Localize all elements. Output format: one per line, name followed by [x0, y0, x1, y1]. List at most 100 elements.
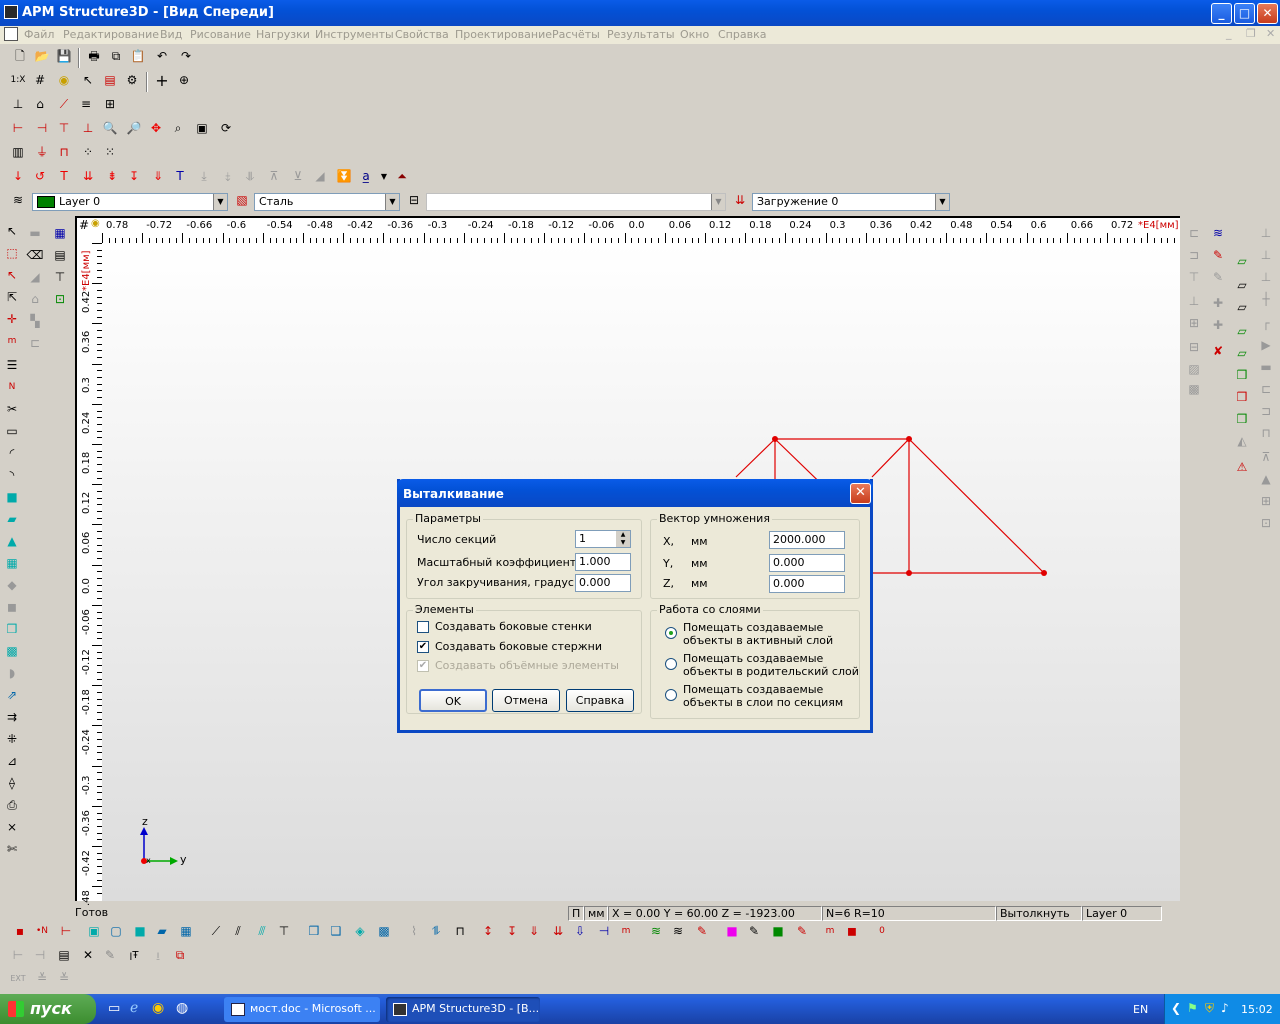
- shell-icon[interactable]: ▰: [2, 510, 22, 530]
- menu-draw[interactable]: Рисование: [190, 28, 251, 41]
- rod-double-icon[interactable]: ⫽: [228, 922, 248, 942]
- result-table-icon[interactable]: ▤: [54, 946, 74, 966]
- minimize-button[interactable]: _: [1211, 3, 1232, 24]
- one-x-icon[interactable]: 1:X: [8, 71, 28, 91]
- quicklaunch-app-icon[interactable]: ◍: [176, 1000, 188, 1016]
- profile-9-icon[interactable]: ⊐: [1256, 402, 1276, 422]
- grid-icon[interactable]: #: [30, 71, 50, 91]
- color-green-icon[interactable]: ■: [768, 922, 788, 942]
- cube-icon[interactable]: ❒: [2, 620, 22, 640]
- load-chart-icon[interactable]: ⏶: [392, 167, 412, 187]
- menu-design[interactable]: Проектирование: [455, 28, 552, 41]
- align-left-icon[interactable]: ⊏: [1184, 224, 1204, 244]
- temperature-icon[interactable]: T: [54, 167, 74, 187]
- truss-rod[interactable]: [871, 438, 910, 478]
- layer-delete-icon[interactable]: ✘: [1208, 342, 1228, 362]
- zoom-all-icon[interactable]: ▣: [192, 119, 212, 139]
- column-icon[interactable]: ⊤: [50, 268, 70, 288]
- profile-13-icon[interactable]: ⊞: [1256, 492, 1276, 512]
- node-axes-icon[interactable]: ⊢: [56, 922, 76, 942]
- chevron-down-icon[interactable]: ▼: [213, 194, 227, 210]
- beam-icon[interactable]: ▭: [2, 422, 22, 442]
- tray-shield-icon[interactable]: ⛨: [1205, 1001, 1214, 1016]
- link-icon[interactable]: ⥮: [426, 922, 446, 942]
- rod-section-icon[interactable]: ⫻: [252, 922, 272, 942]
- sections-stepper[interactable]: 1 ▲ ▼: [575, 530, 631, 548]
- profile-10-icon[interactable]: ⊓: [1256, 424, 1276, 444]
- layer-stack-icon[interactable]: ≋: [1208, 224, 1228, 244]
- node[interactable]: [772, 436, 778, 442]
- warning-icon[interactable]: ⚠: [1232, 458, 1252, 478]
- tray-volume-icon[interactable]: ♪: [1221, 1001, 1229, 1015]
- chevron-down-icon[interactable]: ▼: [935, 194, 949, 210]
- task-word[interactable]: мост.doc - Microsoft ...: [224, 997, 380, 1022]
- force-view-2-icon[interactable]: ⇓: [524, 922, 544, 942]
- start-button[interactable]: пуск: [0, 994, 96, 1024]
- dist-load-view-icon[interactable]: ⇊: [548, 922, 568, 942]
- menu-window[interactable]: Окно: [680, 28, 709, 41]
- node[interactable]: [1041, 570, 1047, 576]
- radio-active-layer[interactable]: [665, 627, 677, 639]
- temp-load-icon[interactable]: T: [170, 167, 190, 187]
- truss-rod[interactable]: [908, 438, 1045, 574]
- axes-icon[interactable]: ⊥: [8, 95, 28, 115]
- layer-select[interactable]: Layer 0 ▼: [32, 193, 228, 211]
- profile-8-icon[interactable]: ⊏: [1256, 380, 1276, 400]
- result-disabled-1-icon[interactable]: ⊢: [8, 946, 28, 966]
- force-icon[interactable]: ↓: [8, 167, 28, 187]
- maximize-button[interactable]: □: [1234, 3, 1255, 24]
- target-icon[interactable]: ⊕: [174, 71, 194, 91]
- hinge-view-icon[interactable]: ⊓: [450, 922, 470, 942]
- plate-view-icon[interactable]: ▣: [84, 922, 104, 942]
- point-load-icon[interactable]: ↧: [124, 167, 144, 187]
- array-icon[interactable]: ⁜: [2, 730, 22, 750]
- layer-green-icon[interactable]: ≋: [646, 922, 666, 942]
- menu-help[interactable]: Справка: [718, 28, 766, 41]
- material-select[interactable]: Сталь ▼: [254, 193, 400, 211]
- house-disabled-icon[interactable]: ⌂: [25, 290, 45, 310]
- eraser-icon[interactable]: ⌫: [25, 246, 45, 266]
- section-type-icon[interactable]: ⊟: [404, 191, 424, 211]
- section-select[interactable]: ▼: [426, 193, 726, 211]
- menu-calc[interactable]: Расчёты: [552, 28, 600, 41]
- snap-icon[interactable]: ⚙: [122, 71, 142, 91]
- node-select-icon[interactable]: ⁙: [100, 143, 120, 163]
- tray-network-icon[interactable]: ⚑: [1187, 1001, 1198, 1015]
- box-2-icon[interactable]: ▱: [1232, 276, 1252, 296]
- view-front-icon[interactable]: ⊢: [8, 119, 28, 139]
- stop-icon[interactable]: ◼: [842, 922, 862, 942]
- vector-x-input[interactable]: 2000.000: [769, 531, 845, 549]
- material-icon[interactable]: ▧: [232, 191, 252, 211]
- load-disabled-4-icon[interactable]: ⊼: [264, 167, 284, 187]
- view-side-icon[interactable]: ⊣: [32, 119, 52, 139]
- solid3-disabled-icon[interactable]: ◗: [2, 664, 22, 684]
- cancel-button[interactable]: Отмена: [492, 689, 560, 712]
- support-icon[interactable]: ⏚: [32, 143, 52, 163]
- select-node-icon[interactable]: ⇱: [2, 288, 22, 308]
- quicklaunch-media-icon[interactable]: ◉: [152, 1000, 164, 1016]
- ruler-icon[interactable]: ▤: [100, 71, 120, 91]
- menu-view[interactable]: Вид: [160, 28, 182, 41]
- result-text-icon[interactable]: ꞁŦ: [124, 946, 144, 966]
- plate-fill-icon[interactable]: ■: [130, 922, 150, 942]
- gravity-icon[interactable]: ⏬: [334, 167, 354, 187]
- triangle-icon[interactable]: ▲: [2, 532, 22, 552]
- frame-icon[interactable]: ⌂: [30, 95, 50, 115]
- ext-2-icon[interactable]: ≚: [32, 969, 52, 989]
- print-preview-icon[interactable]: ⎙: [2, 796, 22, 816]
- load-disabled-1-icon[interactable]: ⤓: [194, 167, 214, 187]
- close-button[interactable]: ✕: [1257, 3, 1278, 24]
- properties-icon[interactable]: ▥: [8, 143, 28, 163]
- solid-outline-icon[interactable]: ❑: [326, 922, 346, 942]
- view-top-icon[interactable]: ⊤: [54, 119, 74, 139]
- copy-element-icon[interactable]: ⇉: [2, 708, 22, 728]
- mass-number-icon[interactable]: m: [820, 922, 840, 942]
- layer-disabled-icon[interactable]: ✎: [1208, 268, 1228, 288]
- profile-2-icon[interactable]: ⊥: [1256, 246, 1276, 266]
- result-x-icon[interactable]: ✕: [78, 946, 98, 966]
- cube-red-icon[interactable]: ❒: [1232, 388, 1252, 408]
- add-node-icon[interactable]: ✛: [2, 310, 22, 330]
- rod-icon[interactable]: ☰: [2, 356, 22, 376]
- redo-icon[interactable]: ↷: [176, 47, 196, 67]
- mesh-icon[interactable]: ▦: [2, 554, 22, 574]
